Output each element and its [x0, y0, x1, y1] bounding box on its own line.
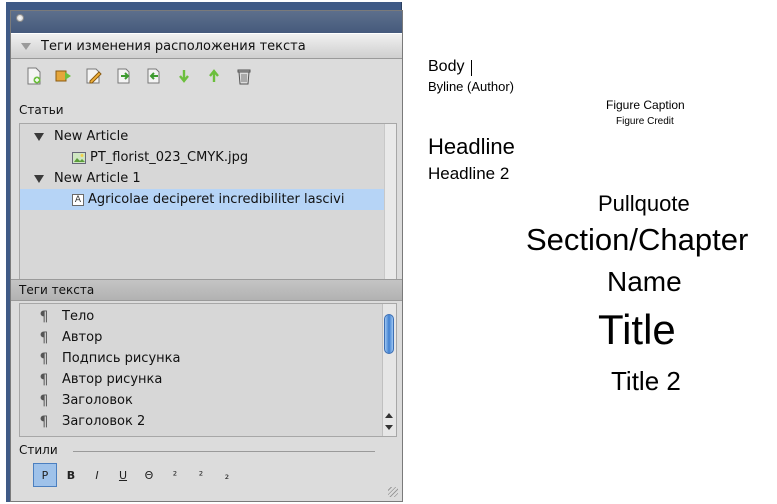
preview-pullquote: Pullquote — [598, 191, 690, 216]
paragraph-icon: ¶ — [39, 350, 49, 367]
preview-figure-caption: Figure Caption — [606, 98, 685, 112]
import-icon[interactable] — [113, 65, 135, 87]
tag-label: Автор — [62, 330, 103, 345]
style-superscript-button[interactable]: ² — [163, 463, 187, 487]
articles-list[interactable]: New Article PT_florist_023_CMYK.jpg New … — [19, 123, 397, 285]
move-up-icon[interactable] — [203, 65, 225, 87]
tag-row[interactable]: ¶ Заголовок — [20, 390, 380, 411]
edit-icon[interactable] — [83, 65, 105, 87]
tag-label: Подпись рисунка — [62, 351, 181, 366]
article-label: New Article — [54, 129, 129, 144]
preview-title: Title — [598, 306, 676, 353]
article-child-label: Agricolae deciperet incredibiliter lasci… — [88, 192, 345, 207]
trash-icon[interactable] — [233, 65, 255, 87]
scroll-up-arrow-icon[interactable] — [385, 413, 393, 418]
article-label: New Article 1 — [54, 171, 141, 186]
preview-name: Name — [607, 266, 682, 297]
image-file-icon — [72, 151, 86, 164]
text-cursor — [471, 60, 472, 76]
add-to-article-icon[interactable] — [53, 65, 75, 87]
style-subscript-button[interactable]: ₂ — [215, 463, 239, 487]
section-header[interactable]: Теги изменения расположения текста — [11, 33, 402, 59]
resize-grip-icon[interactable] — [388, 487, 398, 497]
preview-figure-credit: Figure Credit — [616, 116, 674, 127]
tag-label: Тело — [62, 309, 95, 324]
article-child-label: PT_florist_023_CMYK.jpg — [90, 150, 249, 165]
tag-row[interactable]: ¶ Подпись рисунка — [20, 348, 380, 369]
text-tags-label: Теги текста — [11, 279, 402, 301]
paragraph-icon: ¶ — [39, 413, 49, 430]
section-title: Теги изменения расположения текста — [41, 38, 306, 54]
tag-row[interactable]: ¶ Тело — [20, 306, 380, 327]
text-frame-icon: A — [72, 193, 84, 206]
reflow-tags-panel: Теги изменения расположения текста Стать… — [10, 10, 403, 502]
text-tags-list[interactable]: ¶ Тело ¶ Автор ¶ Подпись рисунка ¶ Автор… — [19, 303, 397, 437]
styles-label: Стили — [19, 443, 58, 457]
preview-headline2: Headline 2 — [428, 164, 510, 183]
article-row[interactable]: New Article 1 — [20, 168, 386, 189]
tag-row[interactable]: ¶ Автор рисунка — [20, 369, 380, 390]
paragraph-icon: ¶ — [39, 329, 49, 346]
toolbar — [23, 63, 255, 89]
paragraph-icon: ¶ — [39, 371, 49, 388]
export-icon[interactable] — [143, 65, 165, 87]
style-underline-button[interactable]: U — [111, 463, 135, 487]
preview-title2: Title 2 — [611, 366, 681, 396]
article-child-row[interactable]: PT_florist_023_CMYK.jpg — [20, 147, 386, 168]
close-icon[interactable] — [16, 14, 24, 22]
style-italic-button[interactable]: I — [85, 463, 109, 487]
preview-byline: Byline (Author) — [428, 79, 514, 94]
expand-triangle-icon[interactable] — [34, 174, 44, 183]
style-plain-button[interactable]: P — [33, 463, 57, 487]
expand-triangle-icon[interactable] — [34, 132, 44, 141]
articles-scrollbar[interactable] — [384, 124, 396, 284]
article-row[interactable]: New Article — [20, 126, 386, 147]
preview-body: Body — [428, 58, 465, 75]
tag-row[interactable]: ¶ Автор — [20, 327, 380, 348]
tag-label: Заголовок — [62, 393, 133, 408]
preview-headline: Headline — [428, 134, 515, 159]
paragraph-icon: ¶ — [39, 308, 49, 325]
move-down-icon[interactable] — [173, 65, 195, 87]
tag-label: Заголовок 2 — [62, 414, 146, 429]
scroll-thumb[interactable] — [384, 314, 394, 354]
disclosure-triangle-icon[interactable] — [21, 42, 31, 50]
style-buttons: P B I U Θ ² ² ₂ — [33, 463, 239, 487]
paragraph-icon: ¶ — [39, 392, 49, 409]
style-bold-button[interactable]: B — [59, 463, 83, 487]
preview-section: Section/Chapter — [526, 222, 749, 257]
new-article-icon[interactable] — [23, 65, 45, 87]
styles-divider — [73, 451, 375, 452]
scroll-down-arrow-icon[interactable] — [385, 425, 393, 430]
article-child-row-selected[interactable]: A Agricolae deciperet incredibiliter las… — [20, 189, 386, 210]
panel-titlebar[interactable] — [11, 11, 402, 33]
articles-label: Статьи — [19, 103, 64, 117]
tag-label: Автор рисунка — [62, 372, 163, 387]
style-strikethrough-button[interactable]: Θ — [137, 463, 161, 487]
style-superscript-alt-button[interactable]: ² — [189, 463, 213, 487]
tag-row[interactable]: ¶ Заголовок 2 — [20, 411, 380, 432]
